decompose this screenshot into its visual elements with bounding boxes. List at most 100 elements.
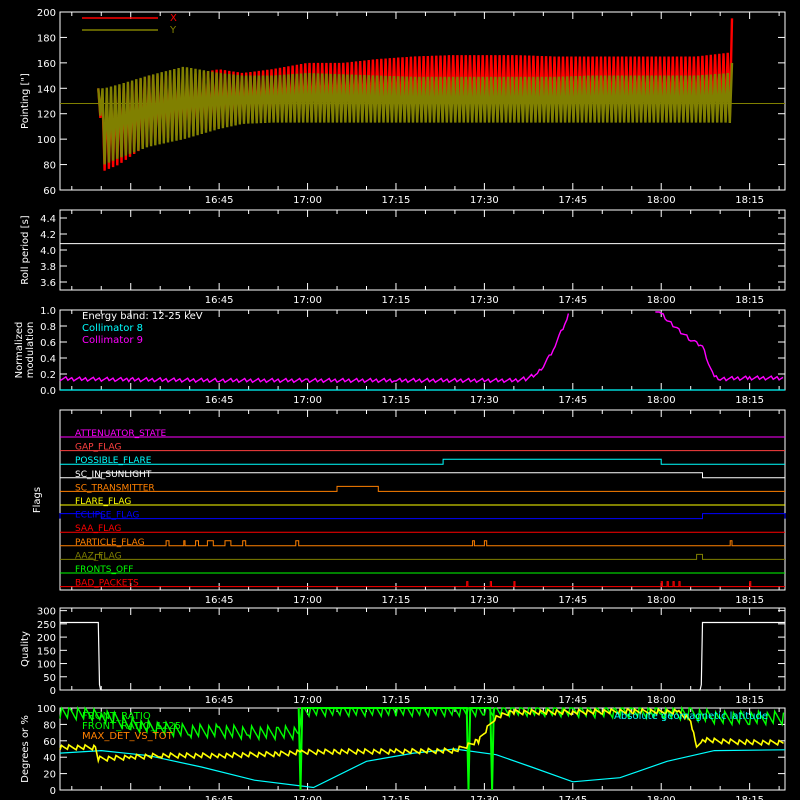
x-tick-label: 16:45 — [205, 595, 234, 606]
y-tick-label: 3.6 — [40, 278, 56, 289]
x-tick-label: 18:15 — [735, 395, 764, 406]
y-tick-label: 0.4 — [40, 354, 56, 365]
legend-collimator-9: Collimator 9 — [82, 335, 143, 346]
x-tick-label: 18:15 — [735, 295, 764, 306]
flag-label: SAA_FLAG — [75, 524, 121, 534]
legend-label: X — [170, 13, 177, 24]
y-axis-label: Degrees or % — [20, 715, 31, 783]
x-tick-label: 17:30 — [470, 295, 499, 306]
y-tick-label: 100 — [37, 704, 56, 715]
y-tick-label: 4.2 — [40, 230, 56, 241]
x-tick-label: 17:30 — [470, 395, 499, 406]
x-tick-label: 17:15 — [382, 695, 411, 706]
y-tick-label: 100 — [37, 660, 56, 671]
x-tick-label: 17:15 — [382, 395, 411, 406]
y-tick-label: 0.6 — [40, 338, 56, 349]
flag-label: AAZ_FLAG — [75, 551, 122, 561]
x-tick-label: 17:45 — [558, 295, 587, 306]
x-tick-label: 17:45 — [558, 195, 587, 206]
x-tick-label: 16:45 — [205, 695, 234, 706]
x-tick-label: 17:15 — [382, 295, 411, 306]
y-axis-label: Pointing ["] — [20, 73, 31, 129]
x-tick-label: 17:30 — [470, 195, 499, 206]
x-tick-label: 18:00 — [647, 195, 676, 206]
flag-label: SC_TRANSMITTER — [75, 483, 155, 493]
x-tick-label: 16:45 — [205, 395, 234, 406]
x-tick-label: 16:45 — [205, 195, 234, 206]
flag-label: BAD_PACKETS — [75, 579, 139, 589]
x-tick-label: 17:00 — [293, 795, 322, 800]
x-tick-label: 17:00 — [293, 195, 322, 206]
flag-label: FRONTS_OFF — [75, 565, 133, 575]
x-tick-label: 17:15 — [382, 595, 411, 606]
flag-label: GAP_FLAG — [75, 443, 121, 453]
y-tick-label: 0.2 — [40, 370, 56, 381]
y-tick-label: 80 — [43, 161, 56, 172]
y-tick-label: 0 — [50, 786, 56, 797]
flag-label: FLARE_FLAG — [75, 497, 131, 507]
y-tick-label: 60 — [43, 737, 56, 748]
x-tick-label: 18:15 — [735, 595, 764, 606]
y-tick-label: 80 — [43, 720, 56, 731]
y-tick-label: 0.0 — [40, 386, 56, 397]
y-tick-label: 60 — [43, 186, 56, 197]
x-tick-label: 17:45 — [558, 395, 587, 406]
y-tick-label: 40 — [43, 753, 56, 764]
y-axis-label: Quality — [20, 631, 31, 667]
x-tick-label: 17:45 — [558, 795, 587, 800]
x-tick-label: 17:00 — [293, 295, 322, 306]
x-tick-label: 18:00 — [647, 395, 676, 406]
y-axis-label: Roll period [s] — [20, 215, 31, 284]
x-tick-label: 17:15 — [382, 795, 411, 800]
x-tick-label: 17:30 — [470, 795, 499, 800]
y-tick-label: 150 — [37, 646, 56, 657]
x-tick-label: 18:00 — [647, 595, 676, 606]
flag-label: ECLIPSE_FLAG — [75, 511, 139, 521]
y-tick-label: 100 — [37, 135, 56, 146]
x-tick-label: 18:15 — [735, 695, 764, 706]
x-tick-label: 18:15 — [735, 195, 764, 206]
y-axis-label: Normalizedmodulation — [14, 322, 36, 379]
x-tick-label: 18:15 — [735, 795, 764, 800]
x-tick-label: 18:00 — [647, 695, 676, 706]
x-tick-label: 17:30 — [470, 695, 499, 706]
y-tick-label: 120 — [37, 110, 56, 121]
x-tick-label: 17:45 — [558, 595, 587, 606]
y-axis-label: Flags — [32, 487, 43, 513]
x-tick-label: 17:30 — [470, 595, 499, 606]
y-tick-label: 250 — [37, 620, 56, 631]
y-tick-label: 300 — [37, 607, 56, 618]
x-tick-label: 17:00 — [293, 395, 322, 406]
y-tick-label: 50 — [43, 673, 56, 684]
x-tick-label: 17:45 — [558, 695, 587, 706]
y-tick-label: 0 — [50, 686, 56, 697]
y-tick-label: 160 — [37, 59, 56, 70]
y-tick-label: 4.4 — [40, 214, 56, 225]
x-tick-label: 17:00 — [293, 595, 322, 606]
y-tick-label: 200 — [37, 8, 56, 19]
rhessi-quicklook-chart: 16:45 17:00 17:15 17:30 17:45 18:00 18:15 60 80 1… — [0, 0, 800, 800]
legend-label: Y — [169, 25, 177, 36]
legend-geomagnetic-latitude: Absolute geomagnetic latitude — [614, 711, 768, 722]
x-tick-label: 16:45 — [205, 295, 234, 306]
legend-collimator-8: Collimator 8 — [82, 323, 143, 334]
flag-label: ATTENUATOR_STATE — [75, 429, 167, 439]
y-tick-label: 0.8 — [40, 322, 56, 333]
x-tick-label: 18:00 — [647, 295, 676, 306]
y-tick-label: 4.0 — [40, 246, 56, 257]
y-tick-label: 180 — [37, 33, 56, 44]
y-tick-label: 140 — [37, 84, 56, 95]
y-tick-label: 200 — [37, 633, 56, 644]
flag-label: POSSIBLE_FLARE — [75, 456, 152, 466]
flag-label: PARTICLE_FLAG — [75, 538, 145, 548]
flag-label: SC_IN_SUNLIGHT — [75, 470, 152, 480]
y-tick-label: 1.0 — [40, 306, 56, 317]
y-tick-label: 3.8 — [40, 262, 56, 273]
x-tick-label: 18:00 — [647, 795, 676, 800]
legend-max-det-vs-tot: MAX_DET_VS_TOT — [82, 731, 174, 742]
x-tick-label: 16:45 — [205, 795, 234, 800]
y-tick-label: 20 — [43, 770, 56, 781]
x-tick-label: 17:00 — [293, 695, 322, 706]
x-tick-label: 17:15 — [382, 195, 411, 206]
energy-band-annotation: Energy band: 12-25 keV — [82, 311, 203, 322]
